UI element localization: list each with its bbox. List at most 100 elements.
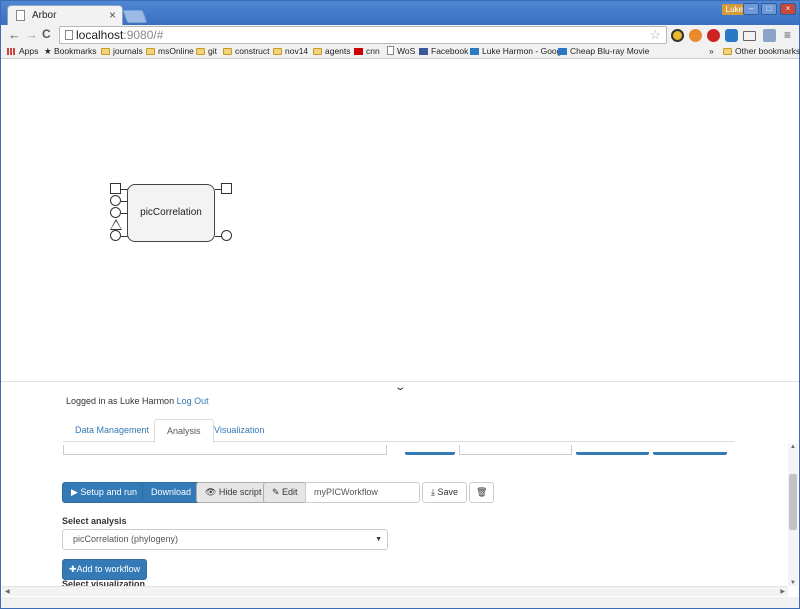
page-icon — [16, 10, 25, 21]
bookmark-item[interactable]: construct — [223, 46, 270, 56]
page-icon — [65, 30, 73, 40]
bookmark-label: Other bookmarks — [735, 46, 800, 56]
page-icon — [387, 46, 394, 55]
cnn-icon — [354, 48, 363, 55]
collapse-chevron-icon[interactable]: ⌄ — [394, 382, 406, 393]
browser-tab[interactable]: Arbor × — [7, 5, 123, 25]
bookmark-label: Cheap Blu-ray Movie — [570, 46, 650, 56]
bookmark-item[interactable]: agents — [313, 46, 351, 56]
close-window-button[interactable]: × — [780, 3, 796, 15]
bookmark-item[interactable]: Apps — [7, 46, 38, 56]
folder-icon — [313, 48, 322, 55]
extension-icon[interactable] — [725, 29, 738, 42]
tab-data-management[interactable]: Data Management — [63, 419, 161, 443]
maximize-button[interactable]: □ — [761, 3, 777, 15]
port-connector — [121, 201, 128, 202]
hide-script-button[interactable]: 👁 Hide script — [196, 482, 271, 503]
bookmark-item[interactable]: nov14 — [273, 46, 308, 56]
extension-icon[interactable] — [763, 29, 776, 42]
bookmark-item[interactable]: journals — [101, 46, 143, 56]
bookmark-item[interactable]: Facebook — [419, 46, 468, 56]
scroll-right-icon[interactable]: ▶ — [780, 588, 785, 595]
scroll-down-icon[interactable]: ▼ — [790, 580, 796, 586]
input-port[interactable] — [110, 219, 122, 230]
menu-icon[interactable]: ≡ — [784, 28, 791, 42]
add-to-workflow-button[interactable]: ✚Add to workflow — [62, 559, 148, 580]
browser-toolbar: ← → C localhost:9080/# ☆ ≡ — [1, 25, 799, 45]
scroll-left-icon[interactable]: ◀ — [5, 588, 10, 595]
delete-button[interactable]: 🗑 — [469, 482, 495, 503]
bookmark-label: Apps — [19, 46, 39, 56]
bookmark-item[interactable]: Luke Harmon - Goog — [470, 46, 561, 56]
input-port[interactable] — [110, 230, 121, 241]
download-button[interactable]: Download — [142, 482, 201, 503]
browser-window: Arbor × Luke – □ × ← → C localhost:9080/… — [0, 0, 800, 609]
tab-title: Arbor — [32, 10, 57, 21]
status-bar — [1, 597, 799, 608]
bookmarks-overflow-button[interactable]: » — [709, 46, 714, 56]
bookmark-label: construct — [235, 46, 270, 56]
horizontal-scrollbar[interactable]: ◀ ▶ — [2, 586, 788, 596]
scroll-up-icon[interactable]: ▲ — [790, 444, 796, 450]
bookmark-item[interactable]: Cheap Blu-ray Movie — [558, 46, 649, 56]
url-text[interactable]: localhost:9080/# — [76, 28, 163, 42]
reload-button[interactable]: C — [42, 27, 51, 41]
bookmark-label: cnn — [366, 46, 380, 56]
bookmark-label: WoS — [397, 46, 416, 56]
bluray-icon — [558, 48, 567, 55]
workflow-name-input[interactable]: myPICWorkflow — [305, 482, 420, 503]
extension-icon[interactable] — [689, 29, 702, 42]
output-port[interactable] — [221, 230, 232, 241]
analysis-select[interactable]: picCorrelation (phylogeny) ▼ — [62, 529, 388, 550]
address-bar[interactable]: localhost:9080/# ☆ — [59, 26, 667, 44]
folder-icon — [223, 48, 232, 55]
bookmarks-bar: Apps ★ Bookmarks journals msOnline git c… — [1, 45, 800, 59]
bookmark-star-icon[interactable]: ☆ — [649, 27, 661, 43]
other-bookmarks[interactable]: Other bookmarks — [723, 46, 800, 56]
folder-icon — [196, 48, 205, 55]
workflow-node[interactable]: picCorrelation — [127, 184, 215, 242]
input-port[interactable] — [110, 183, 121, 194]
bookmark-label: journals — [113, 46, 143, 56]
partial-button — [576, 452, 649, 455]
minimize-button[interactable]: – — [743, 3, 759, 15]
facebook-icon — [419, 48, 428, 55]
analysis-pane[interactable]: ▶ Setup and run Download 👁 Hide script ✎… — [1, 445, 787, 587]
extension-icon[interactable] — [671, 29, 684, 42]
bookmark-item[interactable]: msOnline — [146, 46, 194, 56]
save-button[interactable]: ⤓ Save — [422, 482, 467, 503]
forward-button[interactable]: → — [25, 27, 38, 42]
login-status-text: Logged in as Luke Harmon — [66, 396, 175, 406]
bookmark-item[interactable]: WoS — [387, 46, 415, 56]
new-tab-button[interactable] — [122, 10, 148, 23]
tab-visualization[interactable]: Visualization — [202, 419, 276, 443]
cast-icon[interactable] — [743, 31, 756, 41]
back-button[interactable]: ← — [8, 27, 21, 42]
folder-icon — [146, 48, 155, 55]
input-port[interactable] — [110, 195, 121, 206]
tab-close-icon[interactable]: × — [109, 8, 116, 22]
bookmark-item[interactable]: ★ Bookmarks — [44, 46, 97, 57]
port-connector — [121, 189, 128, 190]
analysis-select-value: picCorrelation (phylogeny) — [73, 534, 179, 544]
bookmark-item[interactable]: cnn — [354, 46, 380, 56]
edit-button[interactable]: ✎ Edit — [263, 482, 307, 503]
port-connector — [121, 213, 128, 214]
bookmark-item[interactable]: git — [196, 46, 217, 56]
folder-icon — [723, 48, 732, 55]
scrollbar-thumb[interactable] — [789, 474, 797, 530]
login-status: Logged in as Luke Harmon Log Out — [66, 396, 209, 406]
partial-input — [63, 445, 387, 455]
url-host: localhost — [76, 28, 124, 42]
url-path: :9080/# — [123, 28, 164, 42]
logout-link[interactable]: Log Out — [177, 396, 209, 406]
node-label: picCorrelation — [140, 207, 202, 218]
output-port[interactable] — [221, 183, 232, 194]
workflow-canvas[interactable]: picCorrelation — [1, 60, 799, 381]
setup-and-run-button[interactable]: ▶ Setup and run — [62, 482, 146, 503]
vertical-scrollbar[interactable]: ▲ ▼ — [788, 444, 798, 586]
input-port[interactable] — [110, 207, 121, 218]
star-icon: ★ — [44, 46, 54, 56]
extension-icon[interactable] — [707, 29, 720, 42]
control-panel: ⌄ Logged in as Luke Harmon Log Out Data … — [1, 381, 799, 587]
